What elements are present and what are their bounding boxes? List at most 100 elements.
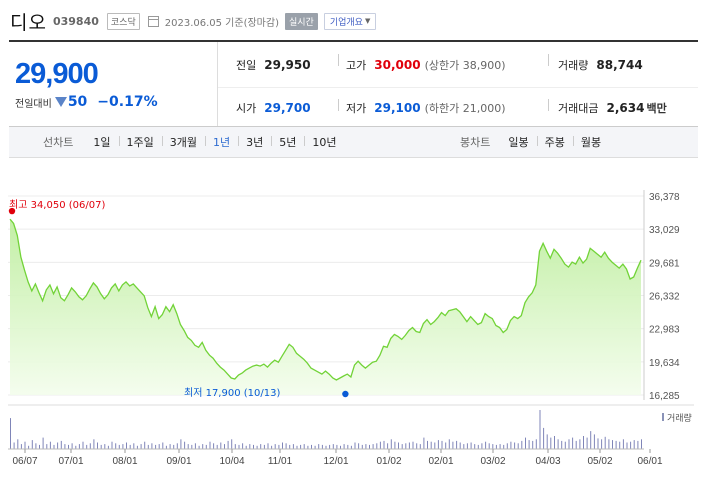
volume-bar bbox=[242, 443, 244, 449]
volume-bar bbox=[557, 439, 559, 450]
x-tick-label: 04/03 bbox=[535, 456, 560, 467]
volume-bar bbox=[514, 442, 516, 449]
volume-bar bbox=[329, 444, 331, 449]
volume-bar bbox=[383, 440, 385, 449]
stock-header: 디오 039840 코스닥 2023.06.05 기준(장마감) 실시간 기업개… bbox=[10, 8, 377, 34]
volume-bar bbox=[260, 444, 262, 449]
y-tick-label: 16,285 bbox=[649, 391, 680, 402]
realtime-button[interactable]: 실시간 bbox=[285, 12, 318, 30]
stat-label: 거래량 bbox=[558, 59, 589, 72]
stat-label: 고가 bbox=[346, 59, 367, 72]
volume-bar bbox=[347, 444, 349, 449]
divider bbox=[548, 54, 549, 66]
chart-period-tabs: 선차트 1일 1주일 3개월 1년 3년 5년 10년 봉차트 일봉 주봉 월봉 bbox=[9, 127, 698, 158]
volume-bar bbox=[187, 444, 189, 449]
volume-bar bbox=[162, 442, 164, 449]
volume-bar bbox=[361, 444, 363, 449]
volume-bar bbox=[619, 441, 621, 449]
volume-bar bbox=[318, 444, 320, 449]
x-tick-label: 02/01 bbox=[428, 456, 453, 467]
volume-bar bbox=[423, 437, 425, 449]
volume-bar bbox=[13, 442, 15, 449]
volume-bar bbox=[285, 443, 287, 449]
tab-10y[interactable]: 10년 bbox=[304, 134, 344, 150]
volume-bar bbox=[292, 444, 294, 449]
change-row: 전일대비 50 −0.17% bbox=[15, 94, 158, 110]
volume-bar bbox=[321, 444, 323, 449]
company-overview-button[interactable]: 기업개요 ▼ bbox=[323, 12, 377, 30]
volume-bar bbox=[379, 441, 381, 449]
volume-bar bbox=[561, 440, 563, 449]
volume-bar bbox=[78, 444, 80, 449]
candle-chart-label: 봉차트 bbox=[460, 136, 491, 149]
volume-bar bbox=[477, 444, 479, 449]
x-tick-label: 06/01 bbox=[637, 456, 662, 467]
volume-bar bbox=[528, 440, 530, 449]
volume-bar bbox=[115, 443, 117, 449]
volume-bar bbox=[466, 443, 468, 449]
volume-bar bbox=[358, 443, 360, 449]
volume-bar bbox=[282, 442, 283, 449]
volume-bar bbox=[474, 444, 476, 449]
volume-bar bbox=[86, 444, 88, 449]
volume-bar bbox=[158, 444, 160, 449]
volume-bar bbox=[20, 444, 22, 449]
volume-bar bbox=[434, 442, 436, 449]
volume-bar bbox=[597, 438, 599, 449]
divider bbox=[548, 99, 549, 111]
y-tick-label: 22,983 bbox=[649, 325, 680, 336]
volume-bar bbox=[601, 439, 603, 450]
volume-bar bbox=[289, 444, 291, 449]
volume-bar bbox=[372, 444, 374, 449]
tab-1d[interactable]: 1일 bbox=[85, 134, 118, 150]
volume-bar bbox=[495, 444, 497, 449]
volume-bar bbox=[180, 439, 182, 450]
volume-bar bbox=[586, 437, 588, 449]
volume-bar bbox=[89, 443, 91, 449]
tab-5y[interactable]: 5년 bbox=[271, 134, 304, 150]
volume-bar bbox=[267, 443, 269, 449]
stat-prev-close: 전일 29,950 bbox=[236, 57, 311, 73]
tab-3m[interactable]: 3개월 bbox=[161, 134, 205, 150]
chevron-down-icon: ▼ bbox=[364, 17, 371, 25]
volume-bar bbox=[46, 444, 48, 449]
volume-bar bbox=[532, 440, 534, 449]
volume-bar bbox=[369, 444, 370, 449]
volume-bar bbox=[517, 443, 519, 449]
volume-bar bbox=[452, 441, 454, 449]
x-tick-label: 05/02 bbox=[587, 456, 612, 467]
volume-bar bbox=[274, 444, 276, 449]
volume-bar bbox=[630, 441, 632, 449]
volume-bar bbox=[401, 444, 403, 449]
tab-weekly[interactable]: 주봉 bbox=[536, 134, 573, 150]
volume-bar bbox=[53, 444, 55, 449]
volume-bar bbox=[387, 443, 389, 449]
volume-bar bbox=[575, 440, 577, 449]
tab-monthly[interactable]: 월봉 bbox=[572, 134, 609, 150]
tab-3y[interactable]: 3년 bbox=[238, 134, 271, 150]
tab-1w[interactable]: 1주일 bbox=[118, 134, 162, 150]
volume-bar bbox=[510, 441, 512, 449]
stat-sub: (상한가 38,900) bbox=[424, 59, 506, 72]
stat-value: 29,100 bbox=[374, 101, 421, 115]
volume-bar bbox=[100, 444, 102, 449]
stat-unit: 백만 bbox=[646, 102, 667, 115]
volume-bar bbox=[184, 441, 186, 449]
volume-bar bbox=[155, 444, 157, 449]
change-amount: 50 bbox=[67, 94, 88, 110]
tab-1y[interactable]: 1년 bbox=[205, 134, 238, 150]
price-summary: 29,900 전일대비 50 −0.17% 전일 29,950 고가 30,00… bbox=[9, 40, 698, 127]
volume-bar bbox=[278, 444, 280, 449]
tab-daily[interactable]: 일봉 bbox=[500, 134, 536, 150]
stat-volume: 거래량 88,744 bbox=[558, 57, 643, 73]
y-tick-label: 36,378 bbox=[649, 192, 680, 203]
volume-bar bbox=[437, 440, 439, 449]
price-chart[interactable]: 36,378 33,029 29,681 26,332 22,983 19,634 16,2… bbox=[0, 160, 702, 483]
volume-bar bbox=[39, 444, 40, 449]
volume-bar bbox=[147, 444, 149, 449]
volume-bar bbox=[68, 444, 69, 449]
volume-bar bbox=[376, 443, 378, 449]
volume-bar bbox=[169, 444, 171, 449]
volume-bar bbox=[194, 443, 196, 449]
volume-bar bbox=[336, 444, 338, 449]
